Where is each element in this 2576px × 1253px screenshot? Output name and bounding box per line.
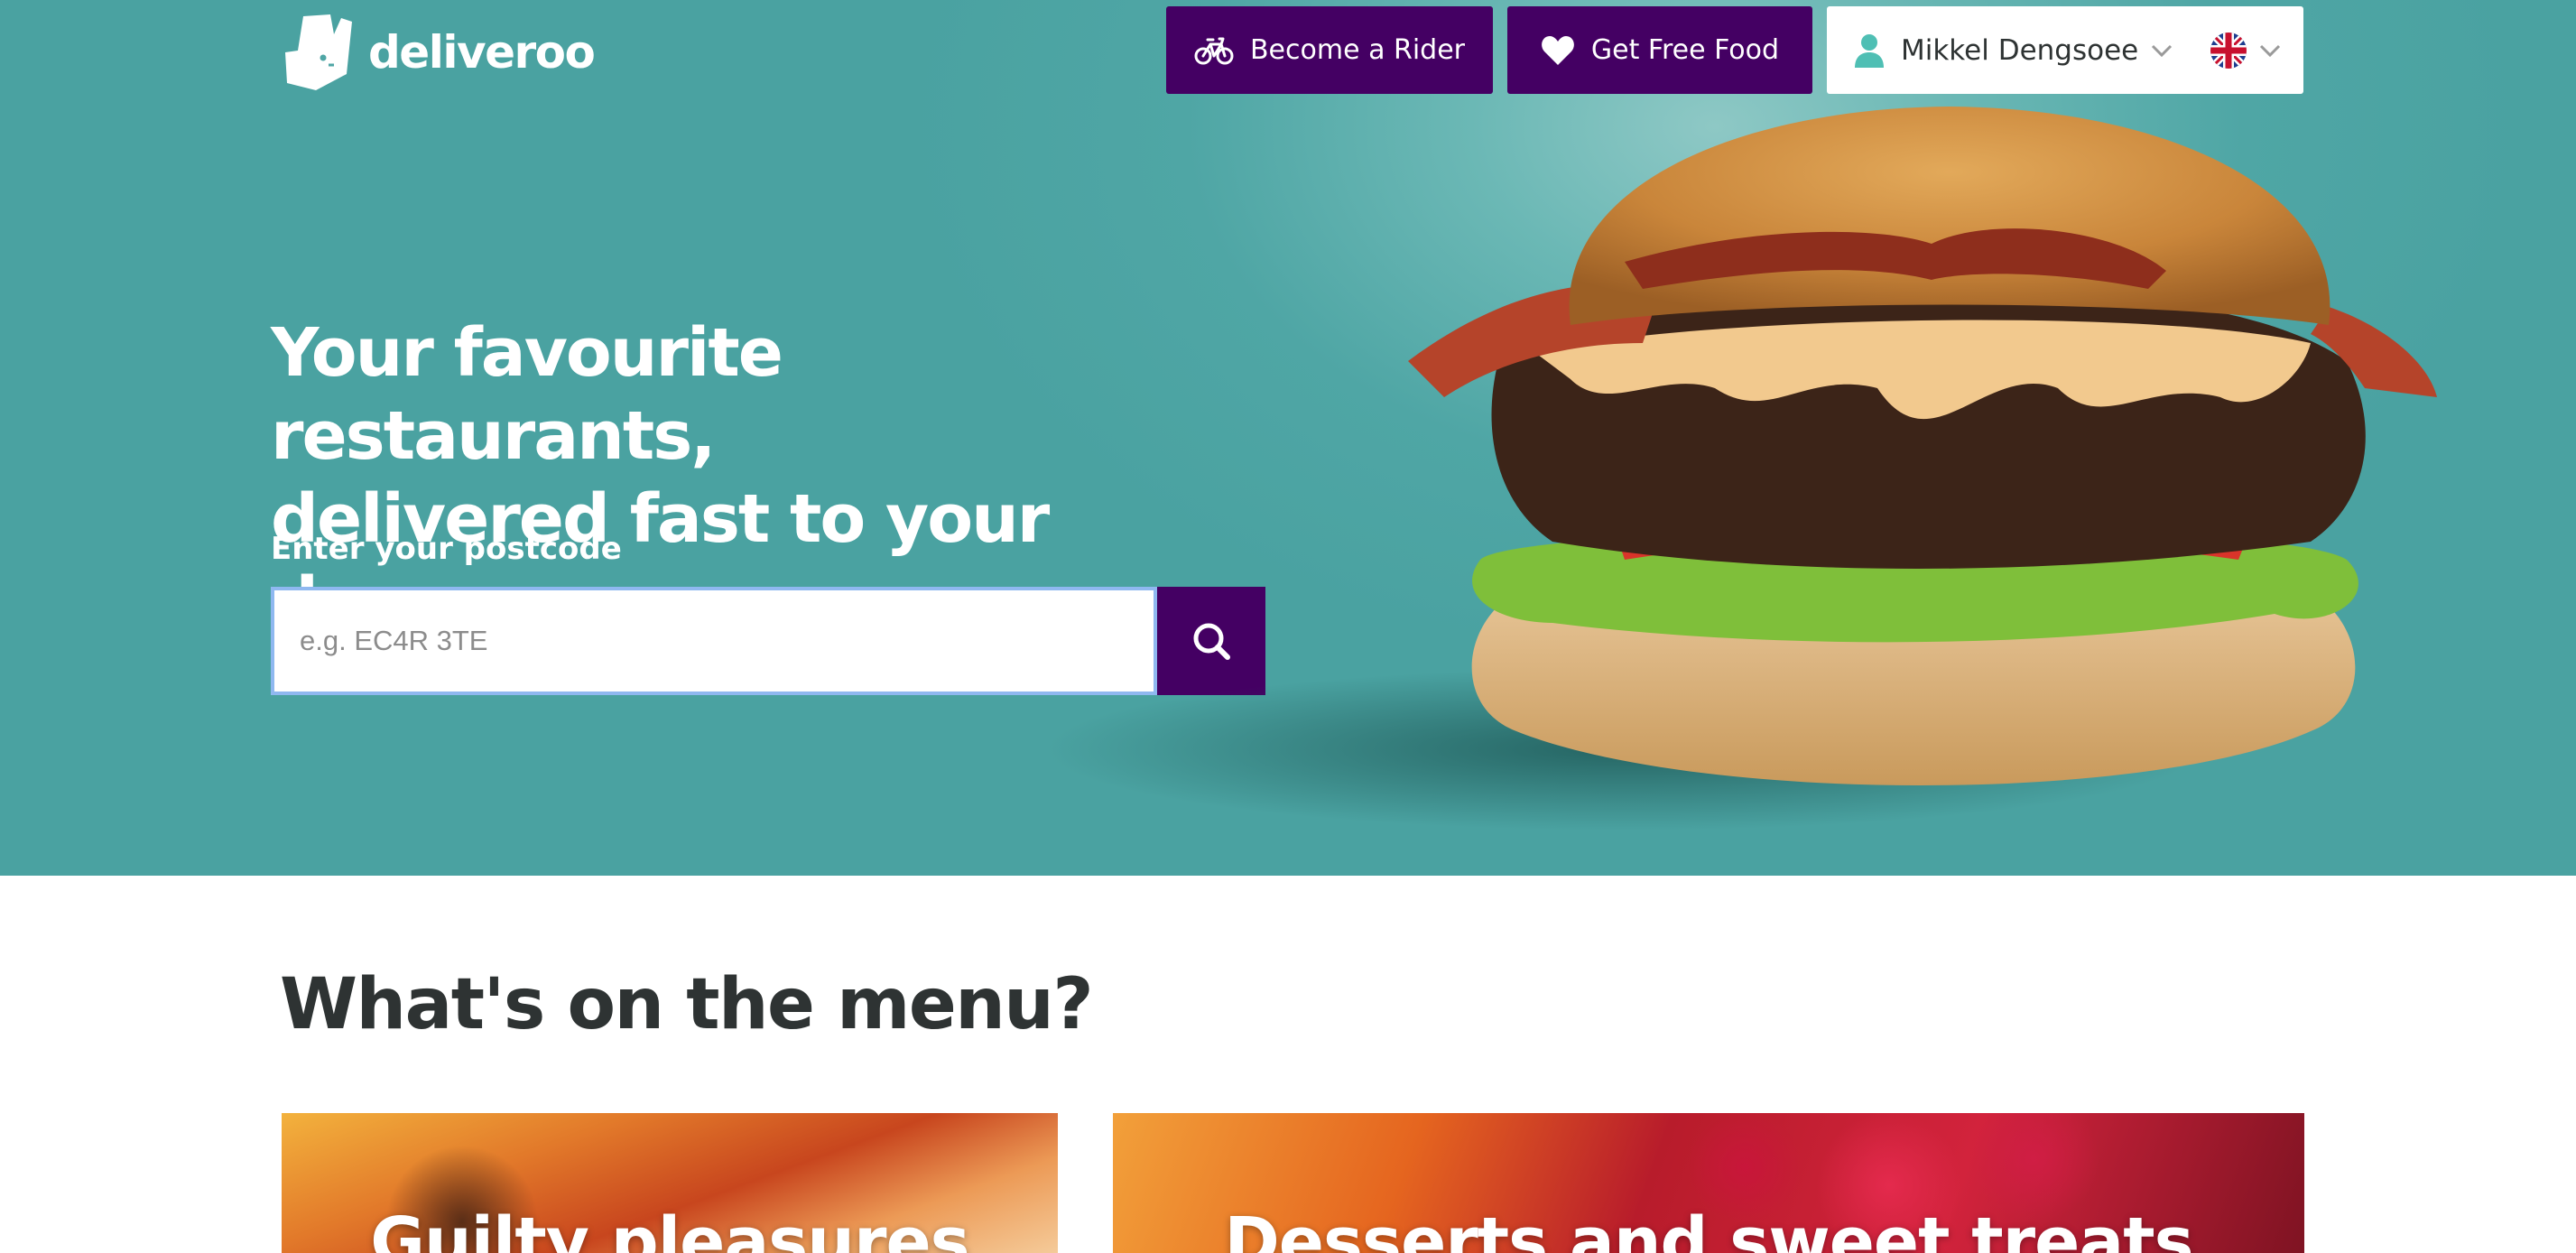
language-chevron-down-icon[interactable] (2259, 44, 2281, 57)
brand-name: deliveroo (368, 26, 596, 79)
card-title: Desserts and sweet treats (1224, 1203, 2193, 1253)
bicycle-icon (1194, 37, 1234, 64)
get-free-food-button[interactable]: Get Free Food (1507, 6, 1812, 94)
heart-icon (1542, 35, 1574, 65)
kangaroo-logo-icon (285, 14, 352, 90)
account-menu[interactable]: Mikkel Dengsoee (1827, 6, 2303, 94)
become-a-rider-button[interactable]: Become a Rider (1166, 6, 1493, 94)
account-name: Mikkel Dengsoee (1901, 33, 2139, 67)
deliveroo-logo[interactable]: deliveroo (283, 14, 596, 90)
get-free-food-label: Get Free Food (1590, 34, 1780, 66)
guilty-pleasures-card[interactable]: Guilty pleasures (282, 1113, 1058, 1253)
hero-banner: deliveroo Become a Rider Get Free Food M… (0, 0, 2576, 876)
card-title: Guilty pleasures (370, 1203, 969, 1253)
user-icon (1855, 33, 1884, 68)
desserts-card[interactable]: Desserts and sweet treats (1113, 1113, 2304, 1253)
chevron-down-icon (2152, 44, 2173, 57)
headline-line-1: Your favourite restaurants, (271, 314, 783, 475)
become-a-rider-label: Become a Rider (1249, 34, 1466, 66)
menu-section-title: What's on the menu? (280, 964, 1094, 1045)
postcode-label: Enter your postcode (271, 531, 622, 567)
uk-flag-icon[interactable] (2210, 32, 2247, 69)
burger-hero-image (1047, 107, 2437, 831)
